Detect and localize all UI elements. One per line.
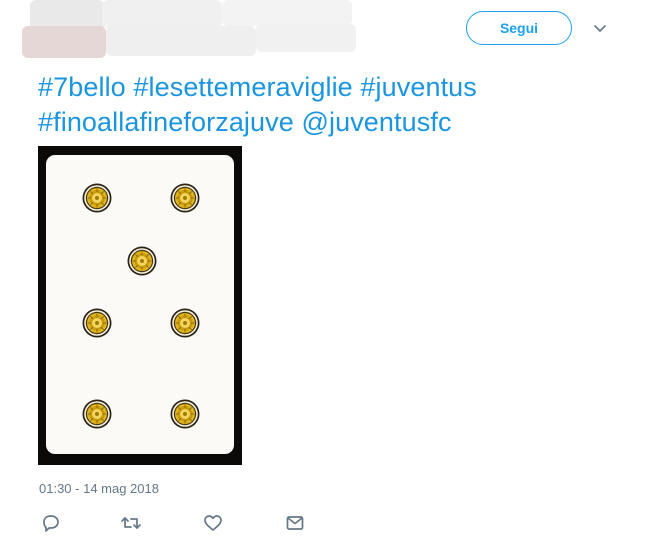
hashtag-link[interactable]: #juventus bbox=[360, 72, 476, 102]
mention-link[interactable]: @juventusfc bbox=[301, 107, 451, 137]
hashtag-link[interactable]: #finoallafineforzajuve bbox=[38, 107, 294, 137]
hashtag-link[interactable]: #lesettemeraviglie bbox=[133, 72, 352, 102]
blur-block bbox=[256, 24, 356, 52]
author-header-blurred bbox=[22, 0, 358, 58]
blur-block bbox=[106, 26, 256, 56]
blur-block bbox=[222, 0, 352, 26]
tweet: Segui #7bello #lesettemeraviglie #juvent… bbox=[0, 0, 649, 550]
blur-block bbox=[102, 0, 222, 28]
chevron-down-icon[interactable] bbox=[590, 22, 610, 36]
retweet-icon[interactable] bbox=[120, 512, 142, 534]
tweet-text: #7bello #lesettemeraviglie #juventus #fi… bbox=[38, 70, 638, 140]
blur-block bbox=[22, 26, 106, 58]
playing-card-image bbox=[38, 146, 242, 465]
coin-icon bbox=[82, 183, 112, 213]
tweet-text-line: #7bello #lesettemeraviglie #juventus bbox=[38, 70, 638, 105]
follow-button-label: Segui bbox=[499, 20, 539, 36]
tweet-timestamp[interactable]: 01:30 - 14 mag 2018 bbox=[39, 481, 159, 496]
coin-icon bbox=[82, 308, 112, 338]
coin-icon bbox=[82, 399, 112, 429]
hashtag-link[interactable]: #7bello bbox=[38, 72, 126, 102]
coin-icon bbox=[170, 308, 200, 338]
direct-message-icon[interactable] bbox=[284, 512, 306, 534]
tweet-image[interactable] bbox=[38, 146, 242, 465]
coin-icon bbox=[170, 183, 200, 213]
like-icon[interactable] bbox=[202, 512, 224, 534]
reply-icon[interactable] bbox=[40, 512, 62, 534]
tweet-text-line: #finoallafineforzajuve @juventusfc bbox=[38, 105, 638, 140]
coin-icon bbox=[127, 246, 157, 276]
coin-icon bbox=[170, 399, 200, 429]
follow-button[interactable]: Segui bbox=[466, 11, 572, 45]
